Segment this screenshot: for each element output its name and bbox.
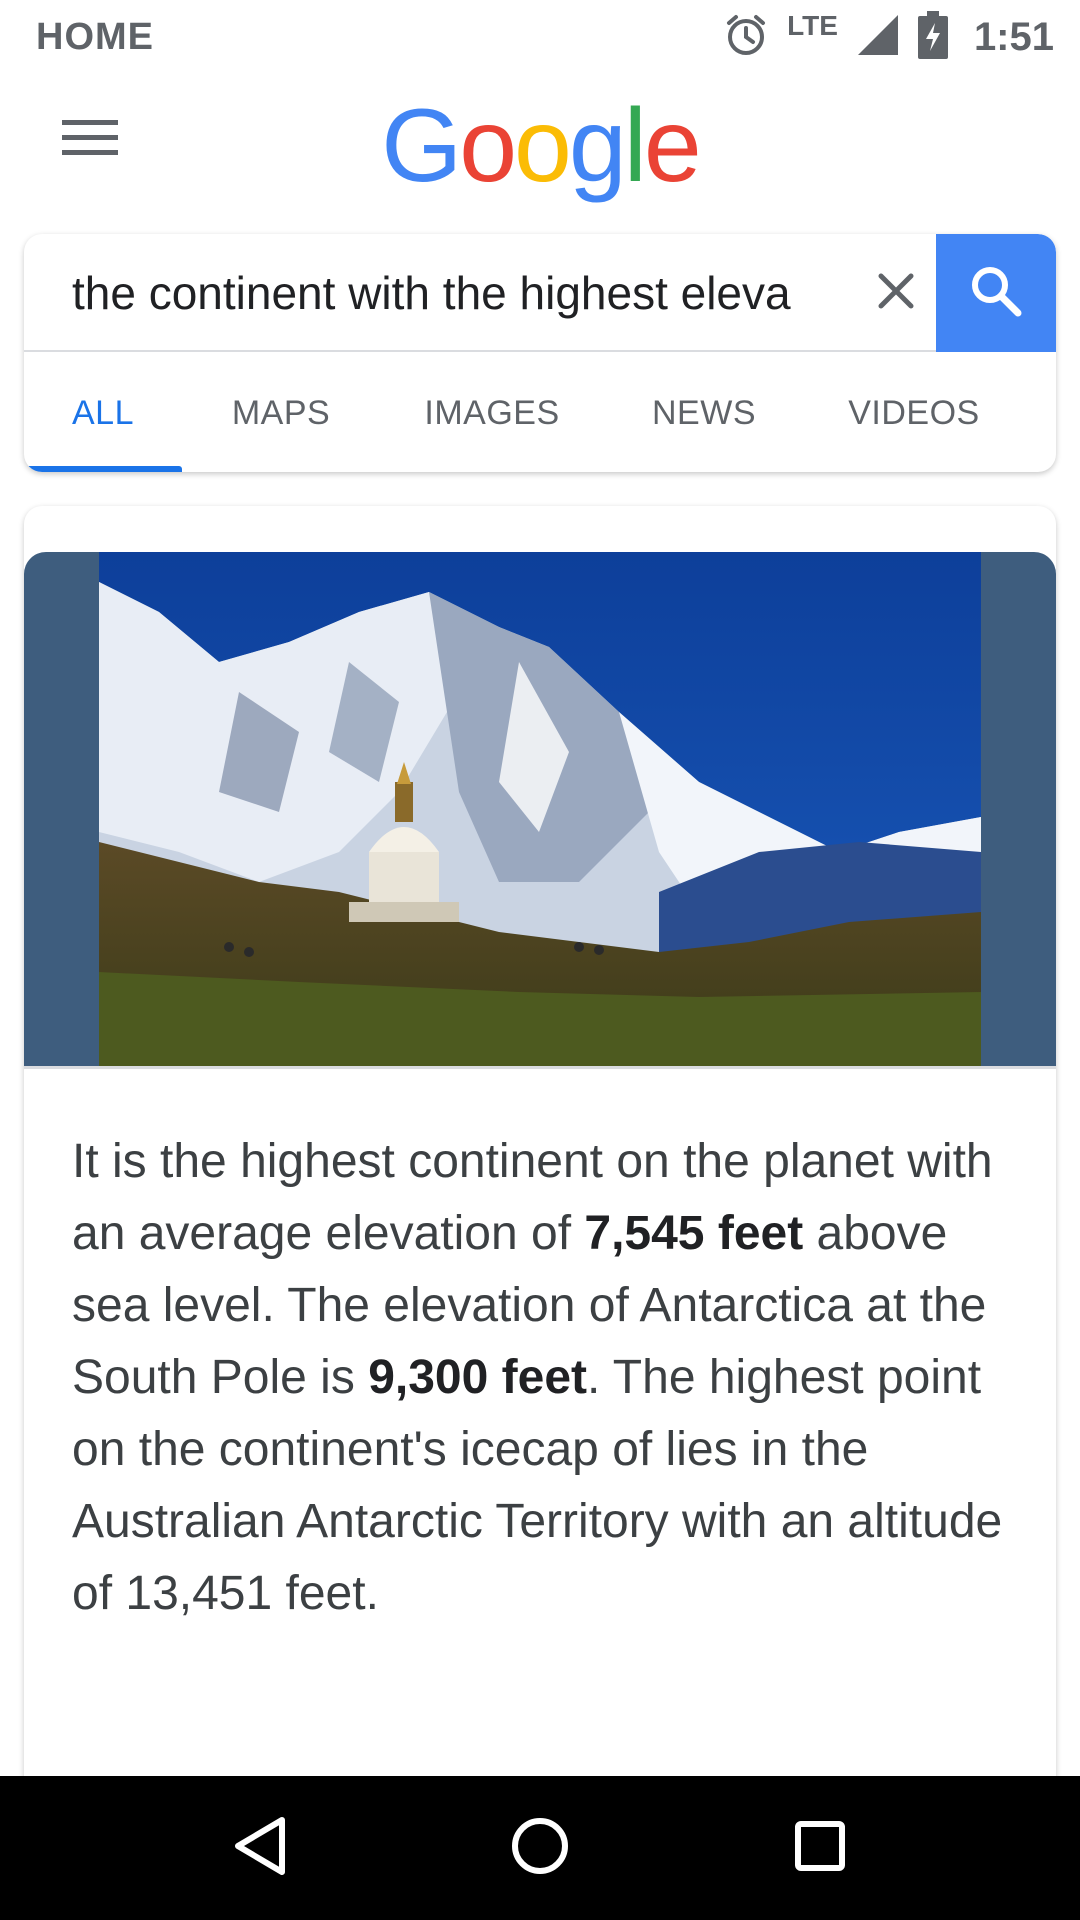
clock-time: 1:51 — [973, 15, 1054, 59]
system-nav-bar — [0, 1776, 1080, 1920]
search-button[interactable] — [936, 234, 1056, 352]
answer-snippet: It is the highest continent on the plane… — [72, 1126, 1022, 1630]
featured-snippet-card: It is the highest continent on the plane… — [24, 506, 1056, 1786]
search-input[interactable] — [72, 234, 852, 352]
search-icon — [967, 262, 1025, 325]
app-bar: Google — [0, 75, 1080, 205]
alarm-icon — [723, 12, 769, 63]
home-icon — [510, 1816, 570, 1881]
status-bar: HOME LTE 1:51 — [0, 0, 1080, 75]
battery-charging-icon — [917, 11, 948, 64]
clear-search-button[interactable] — [864, 261, 928, 325]
home-button[interactable] — [485, 1793, 595, 1903]
snippet-highlight: 7,545 feet — [584, 1207, 804, 1260]
tab-maps[interactable]: MAPS — [182, 354, 380, 472]
recents-icon — [794, 1820, 846, 1877]
status-home-label: HOME — [36, 16, 154, 58]
logo-letter: G — [381, 88, 462, 204]
logo-letter: o — [459, 88, 517, 204]
close-icon — [876, 271, 916, 316]
tab-videos[interactable]: VIDEOS — [804, 354, 1024, 472]
screen: HOME LTE 1:51 Google the continent with … — [0, 0, 1080, 1920]
mountain-image — [99, 552, 981, 1066]
signal-icon — [856, 13, 900, 62]
logo-letter: g — [568, 88, 627, 204]
search-tabs: ALL MAPS IMAGES NEWS VIDEOS — [24, 354, 1056, 472]
back-button[interactable] — [205, 1793, 315, 1903]
tab-images[interactable]: IMAGES — [380, 354, 604, 472]
tab-news[interactable]: NEWS — [604, 354, 804, 472]
search-row — [24, 234, 1056, 352]
snippet-highlight: 9,300 feet — [368, 1351, 587, 1404]
network-type-label: LTE — [787, 9, 838, 41]
result-image[interactable] — [24, 552, 1056, 1066]
status-icons: LTE 1:51 — [723, 9, 1054, 64]
logo-letter: o — [514, 88, 572, 204]
recents-button[interactable] — [765, 1793, 875, 1903]
search-card: ALL MAPS IMAGES NEWS VIDEOS — [24, 234, 1056, 472]
tab-all[interactable]: ALL — [24, 354, 182, 472]
divider — [24, 1066, 1056, 1069]
back-icon — [232, 1815, 288, 1882]
google-logo: Google — [0, 87, 1080, 206]
logo-letter: e — [643, 88, 702, 204]
logo-letter: l — [623, 88, 647, 204]
